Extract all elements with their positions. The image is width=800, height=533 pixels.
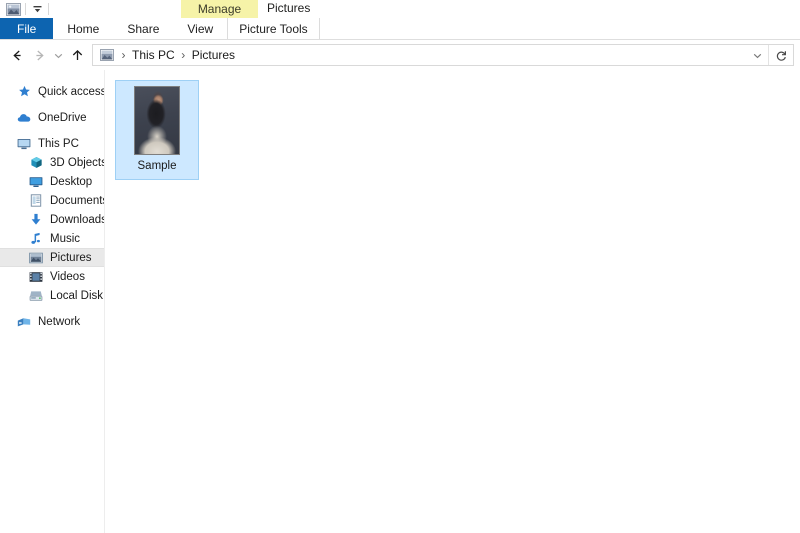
file-thumbnail [134, 86, 180, 155]
sidebar-item-label: Pictures [50, 251, 92, 264]
address-bar-row: › This PC › Pictures [0, 40, 800, 70]
qat-separator-2 [48, 3, 49, 15]
breadcrumb-separator-0[interactable]: › [117, 48, 130, 62]
desktop-icon [28, 174, 44, 190]
cube-icon [28, 155, 44, 171]
tab-share[interactable]: Share [113, 18, 173, 39]
title-bar: Manage Pictures [0, 0, 800, 18]
address-chevron-down-icon[interactable] [746, 45, 768, 65]
sidebar-item-label: Music [50, 232, 81, 245]
sample-image-preview [135, 87, 179, 154]
breadcrumb-separator-1[interactable]: › [177, 48, 190, 62]
breadcrumb-item-this-pc[interactable]: This PC [130, 48, 177, 62]
sidebar-item-label: Videos [50, 270, 85, 283]
quick-access-toolbar [0, 0, 52, 18]
contextual-tab-group-title: Manage [181, 0, 258, 18]
sidebar-item-3d-objects[interactable]: 3D Objects [0, 153, 104, 172]
video-icon [28, 269, 44, 285]
sidebar-item-music[interactable]: Music [0, 229, 104, 248]
sidebar-item-label: OneDrive [38, 111, 87, 124]
network-icon [16, 314, 32, 330]
tab-view[interactable]: View [173, 18, 227, 39]
chevron-down-icon[interactable] [29, 1, 45, 17]
sidebar-gap-1 [0, 101, 104, 108]
sidebar-item-pictures[interactable]: Pictures [0, 248, 104, 267]
sidebar-item-documents[interactable]: Documents [0, 191, 104, 210]
breadcrumb: › This PC › Pictures [93, 45, 746, 65]
download-icon [28, 212, 44, 228]
tab-picture-tools[interactable]: Picture Tools [227, 18, 320, 39]
breadcrumb-item-pictures[interactable]: Pictures [190, 48, 237, 62]
sidebar-gap-2 [0, 127, 104, 134]
document-icon [28, 193, 44, 209]
sidebar-item-network[interactable]: Network [0, 312, 104, 331]
file-explorer-window: Manage Pictures File Home Share View Pic… [0, 0, 800, 533]
sidebar-item-label: Documents [50, 194, 105, 207]
sidebar-item-videos[interactable]: Videos [0, 267, 104, 286]
sidebar-item-label: Network [38, 315, 81, 328]
arrow-up-icon[interactable] [66, 44, 88, 66]
picture-icon [28, 250, 44, 266]
sidebar-item-quick-access[interactable]: Quick access [0, 82, 104, 101]
recent-locations-chevron-down-icon[interactable] [50, 44, 66, 66]
ribbon-tab-bar: File Home Share View Picture Tools [0, 18, 800, 40]
window-title: Pictures [267, 1, 311, 15]
cloud-icon [16, 110, 32, 126]
sidebar-item-label: Quick access [38, 85, 105, 98]
file-item-sample[interactable]: Sample [115, 80, 199, 180]
monitor-icon [16, 136, 32, 152]
star-icon [16, 84, 32, 100]
sidebar-item-downloads[interactable]: Downloads [0, 210, 104, 229]
refresh-icon[interactable] [768, 45, 793, 65]
sidebar-item-this-pc[interactable]: This PC [0, 134, 104, 153]
tab-home[interactable]: Home [53, 18, 113, 39]
sidebar-item-label: Local Disk (C:) [50, 289, 104, 302]
sidebar-item-desktop[interactable]: Desktop [0, 172, 104, 191]
sidebar-item-label: Downloads [50, 213, 105, 226]
breadcrumb-folder-icon[interactable] [97, 45, 117, 65]
sidebar-item-onedrive[interactable]: OneDrive [0, 108, 104, 127]
navigation-pane: Quick access OneDrive This PC 3D Objects… [0, 70, 105, 533]
music-note-icon [28, 231, 44, 247]
sidebar-item-label: 3D Objects [50, 156, 105, 169]
sidebar-item-local-disk-c[interactable]: Local Disk (C:) [0, 286, 104, 305]
pictures-folder-icon[interactable] [4, 1, 22, 17]
explorer-body: Quick access OneDrive This PC 3D Objects… [0, 70, 800, 533]
file-list-view[interactable]: Sample [105, 70, 800, 533]
arrow-right-icon[interactable] [28, 44, 50, 66]
address-bar[interactable]: › This PC › Pictures [92, 44, 794, 66]
sidebar-item-label: This PC [38, 137, 79, 150]
qat-separator [25, 3, 26, 15]
sidebar-item-label: Desktop [50, 175, 93, 188]
arrow-left-icon[interactable] [6, 44, 28, 66]
sidebar-gap-3 [0, 305, 104, 312]
drive-icon [28, 288, 44, 304]
tab-file[interactable]: File [0, 18, 54, 39]
file-name-label: Sample [137, 160, 177, 172]
